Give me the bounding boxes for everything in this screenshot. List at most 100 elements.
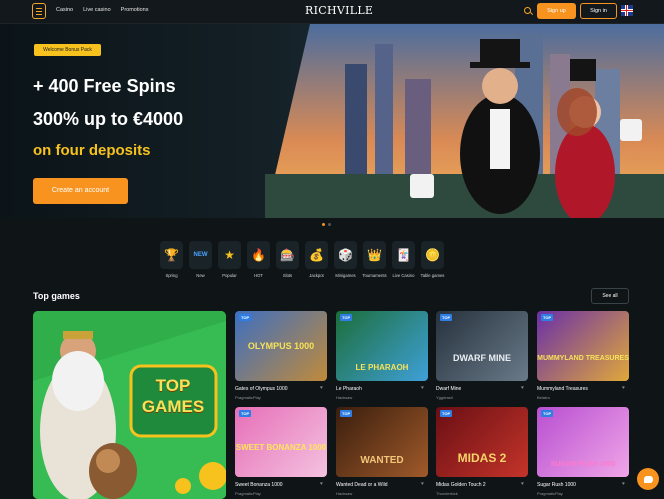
game-name[interactable]: Le Pharaoh [336,386,428,392]
game-name[interactable]: Sugar Rush 1000 [537,482,629,488]
category-slots[interactable]: 🎰 Slots [276,241,299,278]
new-badge-icon: NEW [189,241,212,269]
top-badge: TOP [239,314,252,321]
top-badge: TOP [239,410,252,417]
category-live-casino[interactable]: 🃏 Live Casino [392,241,415,278]
game-thumbnail[interactable]: TOP SUGAR RUSH 1000 [537,407,629,477]
game-name[interactable]: Dwarf Mine [436,386,528,392]
uk-flag-icon[interactable] [621,5,633,16]
search-icon[interactable] [524,7,531,14]
top-games-promo-tile[interactable]: TOP GAMES [33,311,226,499]
game-thumb-title: SWEET BONANZA 1000 [235,443,327,452]
category-jackpot[interactable]: 💰 Jackpot [305,241,328,278]
top-bar: Casino Live casino Promotions RICHVILLE … [0,0,664,24]
section-title-top-games: Top games [33,291,80,301]
heart-icon[interactable]: ♥ [320,482,325,487]
heart-icon[interactable]: ♥ [521,386,526,391]
game-thumb-title: MUMMYLAND TREASURES [537,355,629,362]
game-thumb-title: MIDAS 2 [457,451,507,465]
game-name[interactable]: Gates of Olympus 1000 [235,386,327,392]
game-thumbnail[interactable]: TOP LE PHARAOH [336,311,428,381]
game-thumbnail[interactable]: TOP MUMMYLAND TREASURES [537,311,629,381]
game-card[interactable]: TOP WANTED Wanted Dead or a Wild Hacksaw… [336,407,428,496]
game-provider: PragmaticPlay [537,491,563,496]
game-card[interactable]: TOP MIDAS 2 Midas Golden Touch 2 Thunder… [436,407,528,496]
menu-icon[interactable] [32,3,46,19]
top-badge: TOP [440,314,453,321]
bonus-badge: Welcome Bonus Pack [34,44,101,56]
slot-machine-icon: 🎰 [276,241,299,269]
category-new[interactable]: NEW New [189,241,212,278]
game-provider: PragmaticPlay [235,395,261,400]
hero-percentage: 300% up to €4000 [33,109,184,129]
game-thumbnail[interactable]: TOP WANTED [336,407,428,477]
signup-button[interactable]: Sign up [537,3,576,19]
game-provider: Thunderkick [436,491,458,496]
crown-icon: 👑 [363,241,386,269]
heart-icon[interactable]: ♥ [320,386,325,391]
game-thumbnail[interactable]: TOP SWEET BONANZA 1000 [235,407,327,477]
game-provider: Belatra [537,395,550,400]
top-badge: TOP [541,314,554,321]
chips-icon: 🪙 [421,241,444,269]
game-thumb-title: WANTED [360,455,404,466]
category-label: Table games [420,273,445,278]
top-badge: TOP [541,410,554,417]
game-name[interactable]: Midas Golden Touch 2 [436,482,528,488]
game-provider: Hacksaw [336,491,353,496]
game-card[interactable]: TOP SUGAR RUSH 1000 Sugar Rush 1000 Prag… [537,407,629,496]
nav-casino[interactable]: Casino [56,7,73,13]
game-card[interactable]: TOP DWARF MINE Dwarf Mine Yggdrasil ♥ [436,311,528,400]
category-popular[interactable]: ★ Popular [218,241,241,278]
fire-icon: 🔥 [247,241,270,269]
category-table-games[interactable]: 🪙 Table games [421,241,444,278]
top-badge: TOP [440,410,453,417]
game-thumb-title: SUGAR RUSH 1000 [550,461,616,468]
game-thumbnail[interactable]: TOP DWARF MINE [436,311,528,381]
category-minigames[interactable]: 🎲 Minigames [334,241,357,278]
nav-live-casino[interactable]: Live casino [83,7,111,13]
chat-icon[interactable] [637,468,659,490]
heart-icon[interactable]: ♥ [421,482,426,487]
carousel-dot-active[interactable] [322,223,325,226]
game-card[interactable]: TOP SWEET BONANZA 1000 Sweet Bonanza 100… [235,407,327,496]
see-all-button[interactable]: See all [591,288,629,304]
game-provider: Hacksaw [336,395,353,400]
game-card[interactable]: TOP OLYMPUS 1000 Gates of Olympus 1000 P… [235,311,327,400]
nav-promotions[interactable]: Promotions [121,7,149,13]
game-name[interactable]: Sweet Bonanza 1000 [235,482,327,488]
top-badge: TOP [340,314,353,321]
star-icon: ★ [218,241,241,269]
game-thumbnail[interactable]: TOP OLYMPUS 1000 [235,311,327,381]
game-provider: PragmaticPlay [235,491,261,496]
game-thumb-title: OLYMPUS 1000 [247,341,315,351]
game-thumbnail[interactable]: TOP MIDAS 2 [436,407,528,477]
hero-illustration [265,24,664,218]
hero-free-spins: + 400 Free Spins [33,76,176,96]
site-logo[interactable]: RICHVILLE [305,4,373,17]
game-thumb-title: DWARF MINE [453,353,511,363]
game-card[interactable]: TOP LE PHARAOH Le Pharaoh Hacksaw ♥ [336,311,428,400]
cards-icon: 🃏 [392,241,415,269]
money-bag-icon: 💰 [305,241,328,269]
heart-icon[interactable]: ♥ [622,482,627,487]
hero-banner: Welcome Bonus Pack + 400 Free Spins 300%… [0,24,664,218]
category-tournaments[interactable]: 👑 Tournaments [362,241,387,278]
game-card[interactable]: TOP MUMMYLAND TREASURES Mummyland Treasu… [537,311,629,400]
heart-icon[interactable]: ♥ [521,482,526,487]
game-name[interactable]: Mummyland Treasures [537,386,629,392]
game-name[interactable]: Wanted Dead or a Wild [336,482,428,488]
category-hot[interactable]: 🔥 HOT [247,241,270,278]
game-thumb-title: LE PHARAOH [355,363,409,372]
promo-text: TOP GAMES [141,376,205,416]
heart-icon[interactable]: ♥ [622,386,627,391]
top-badge: TOP [340,410,353,417]
signin-button[interactable]: Sign in [580,3,617,19]
carousel-dot[interactable] [328,223,331,226]
create-account-button[interactable]: Create an account [33,178,128,204]
category-spring[interactable]: 🏆 Spring [160,241,183,278]
carousel-dots[interactable] [322,223,331,226]
hero-deposits: on four deposits [33,142,151,159]
heart-icon[interactable]: ♥ [421,386,426,391]
game-provider: Yggdrasil [436,395,453,400]
